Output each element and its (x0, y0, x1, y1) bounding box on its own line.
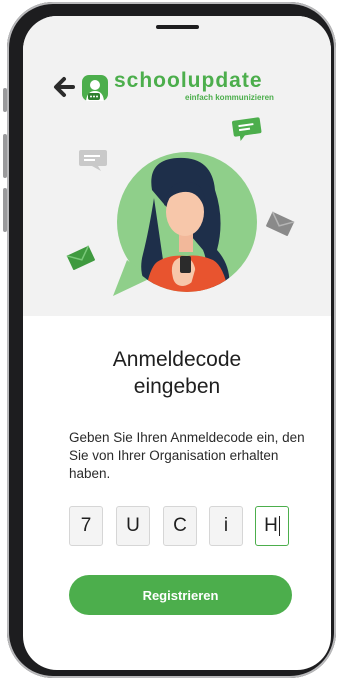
envelope-icon (66, 245, 95, 270)
brand-name: schoolupdate (114, 69, 263, 92)
app-screen: schoolupdate einfach kommunizieren Anmel… (23, 16, 331, 670)
woman-with-phone-illustration (113, 152, 257, 296)
code-digit-1-value: 7 (80, 515, 92, 536)
code-digit-2-value: U (126, 515, 140, 536)
code-input-row: 7 U C i H (69, 506, 309, 548)
chat-bubble-icon (79, 150, 107, 171)
code-digit-4[interactable]: i (209, 506, 243, 546)
code-digit-2[interactable]: U (116, 506, 150, 546)
notch (156, 25, 199, 29)
back-arrow-icon[interactable] (53, 76, 75, 98)
code-digit-5-value: H (264, 515, 278, 536)
brand-tagline: einfach kommunizieren (185, 93, 274, 102)
chat-bubble-icon (232, 117, 262, 141)
phone-volume-down (3, 188, 7, 232)
page-title-line-1: Anmeldecode (112, 348, 242, 371)
code-digit-3[interactable]: C (163, 506, 197, 546)
register-button[interactable]: Registrieren (69, 575, 292, 615)
code-digit-5[interactable]: H (255, 506, 289, 546)
phone-volume-up (3, 134, 7, 178)
page-title-line-2: eingeben (133, 375, 221, 398)
code-digit-3-value: C (173, 515, 187, 536)
text-caret (278, 516, 280, 536)
schoolupdate-logo-icon (82, 75, 108, 101)
code-digit-4-value: i (223, 515, 229, 536)
header-area: schoolupdate einfach kommunizieren (23, 16, 331, 316)
code-digit-1[interactable]: 7 (69, 506, 103, 546)
envelope-icon (266, 211, 295, 236)
phone-mute-switch (3, 88, 7, 112)
page-title: Anmeldecode eingeben (23, 346, 331, 400)
instruction-text: Geben Sie Ihren Anmeldecode ein, den Sie… (69, 430, 305, 481)
